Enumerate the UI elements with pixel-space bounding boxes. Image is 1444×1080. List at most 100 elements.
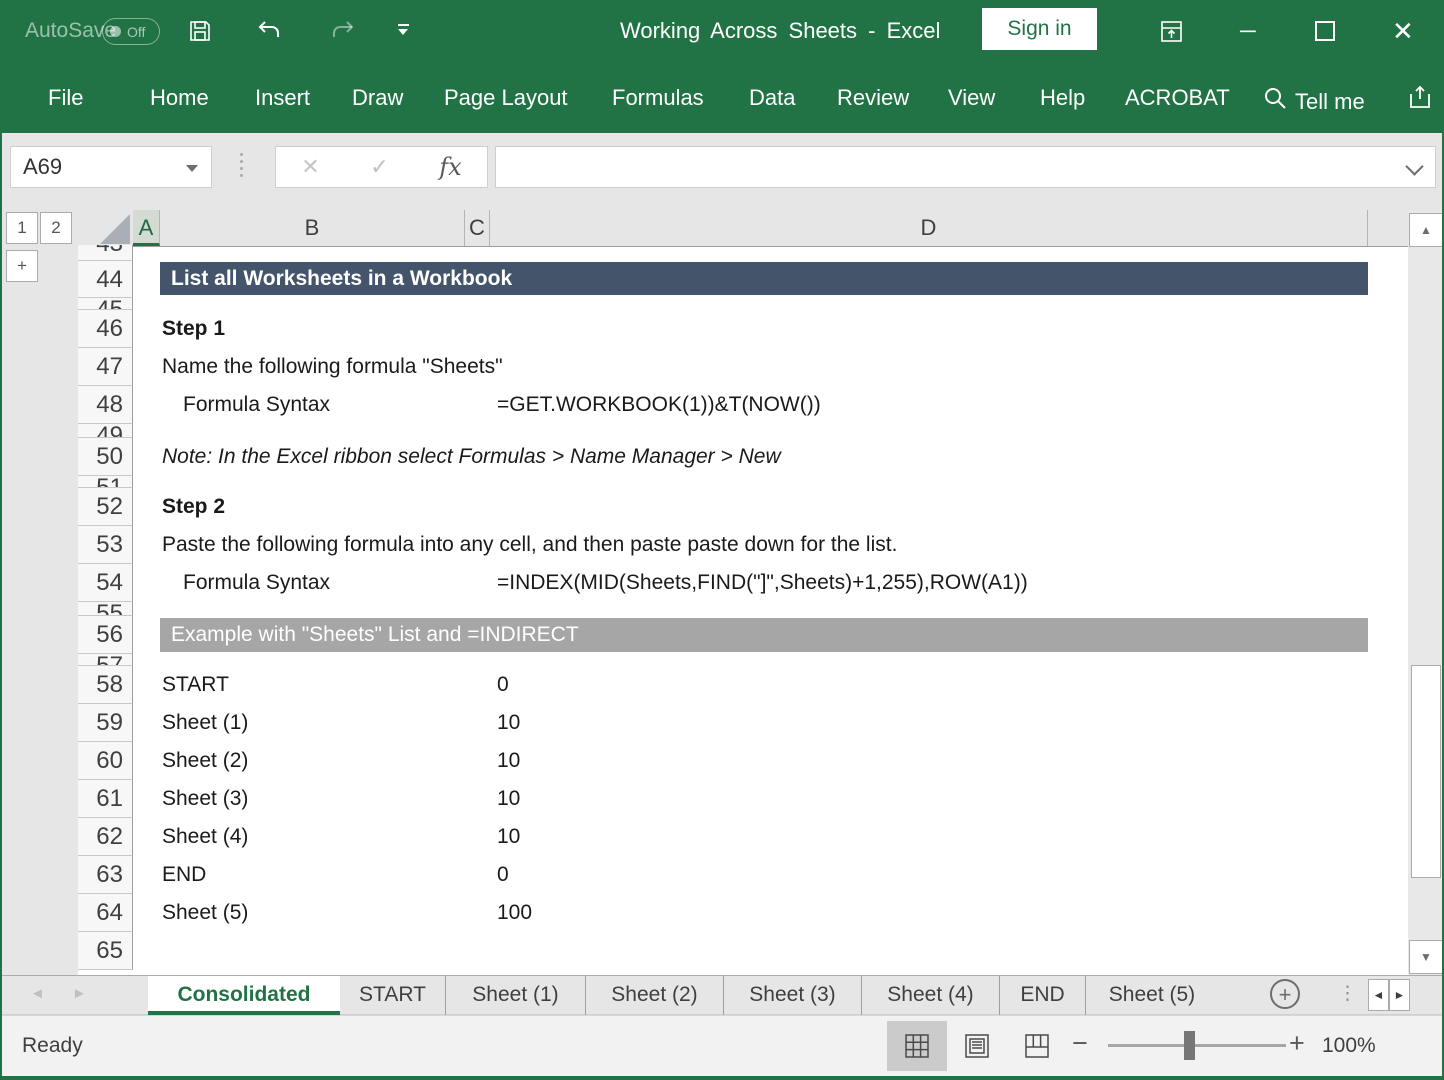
share-icon[interactable] xyxy=(1405,82,1435,112)
cell-b50-note[interactable]: Note: In the Excel ribbon select Formula… xyxy=(162,438,781,476)
row-header-64[interactable]: 64 xyxy=(78,894,133,932)
zoom-level[interactable]: 100% xyxy=(1322,1015,1376,1076)
tab-scroll-left-icon[interactable]: ◄ xyxy=(30,985,45,1002)
row-header-56[interactable]: 56 xyxy=(78,616,133,654)
new-sheet-icon[interactable]: + xyxy=(1270,979,1300,1009)
row-header-49[interactable]: 49 xyxy=(78,424,133,438)
search-icon[interactable] xyxy=(1262,85,1288,111)
customize-quick-access-icon[interactable] xyxy=(398,24,409,35)
cell-d48-formula[interactable]: =GET.WORKBOOK(1))&T(NOW()) xyxy=(497,386,821,424)
row-header-59[interactable]: 59 xyxy=(78,704,133,742)
row-header-45[interactable]: 45 xyxy=(78,298,133,310)
ribbon-tab-draw[interactable]: Draw xyxy=(352,83,403,113)
sheet-tab-start[interactable]: START xyxy=(340,976,446,1015)
cell-b63[interactable]: END xyxy=(162,856,206,894)
outline-level-1-button[interactable]: 1 xyxy=(6,212,38,244)
undo-icon[interactable] xyxy=(256,18,282,44)
save-icon[interactable] xyxy=(188,19,212,43)
column-header-d[interactable]: D xyxy=(490,210,1368,246)
vertical-scrollbar-thumb[interactable] xyxy=(1411,665,1441,878)
ribbon-tab-page-layout[interactable]: Page Layout xyxy=(444,83,568,113)
cell-b58[interactable]: START xyxy=(162,666,229,704)
maximize-button[interactable] xyxy=(1315,21,1335,41)
sheet-tab-sheet-5[interactable]: Sheet (5) xyxy=(1086,976,1218,1015)
zoom-slider-track[interactable] xyxy=(1108,1044,1286,1047)
zoom-out-icon[interactable]: − xyxy=(1072,1028,1088,1059)
cell-d58[interactable]: 0 xyxy=(497,666,509,704)
zoom-slider-thumb[interactable] xyxy=(1184,1031,1195,1060)
cell-b61[interactable]: Sheet (3) xyxy=(162,780,248,818)
cell-d59[interactable]: 10 xyxy=(497,704,520,742)
column-header-a[interactable]: A xyxy=(133,210,160,246)
row-header-58[interactable]: 58 xyxy=(78,666,133,704)
cell-b59[interactable]: Sheet (1) xyxy=(162,704,248,742)
column-header-b[interactable]: B xyxy=(160,210,465,246)
row-header-51[interactable]: 51 xyxy=(78,476,133,488)
row-header-47[interactable]: 47 xyxy=(78,348,133,386)
cell-d61[interactable]: 10 xyxy=(497,780,520,818)
sheet-tab-sheet-3[interactable]: Sheet (3) xyxy=(724,976,862,1015)
sheet-tab-end[interactable]: END xyxy=(1000,976,1086,1015)
cancel-entry-icon[interactable]: ✕ xyxy=(301,154,319,180)
row-header-43[interactable]: 43 xyxy=(78,245,133,261)
ribbon-tab-insert[interactable]: Insert xyxy=(255,83,310,113)
ribbon-display-options-icon[interactable] xyxy=(1159,19,1184,44)
row-header-55[interactable]: 55 xyxy=(78,602,133,616)
page-break-view-button[interactable] xyxy=(1007,1021,1067,1071)
tell-me-label[interactable]: Tell me xyxy=(1295,87,1365,117)
row-header-52[interactable]: 52 xyxy=(78,488,133,526)
ribbon-tab-acrobat[interactable]: ACROBAT xyxy=(1125,83,1230,113)
row-header-61[interactable]: 61 xyxy=(78,780,133,818)
cell-d63[interactable]: 0 xyxy=(497,856,509,894)
scroll-down-icon[interactable]: ▼ xyxy=(1409,940,1443,974)
ribbon-tab-view[interactable]: View xyxy=(948,83,995,113)
ribbon-tab-formulas[interactable]: Formulas xyxy=(612,83,704,113)
zoom-in-icon[interactable]: + xyxy=(1289,1028,1305,1059)
tab-scroll-right-icon[interactable]: ► xyxy=(72,985,87,1002)
row-header-57[interactable]: 57 xyxy=(78,654,133,666)
scroll-up-icon[interactable]: ▲ xyxy=(1409,213,1443,247)
confirm-entry-icon[interactable]: ✓ xyxy=(370,154,388,180)
name-box-dropdown-icon[interactable] xyxy=(186,165,198,172)
ribbon-tab-file[interactable]: File xyxy=(48,83,83,113)
cell-b48[interactable]: Formula Syntax xyxy=(183,386,330,424)
close-button[interactable]: ✕ xyxy=(1392,0,1414,62)
row-header-48[interactable]: 48 xyxy=(78,386,133,424)
select-all-icon[interactable] xyxy=(100,214,130,244)
page-layout-view-button[interactable] xyxy=(947,1021,1007,1071)
sheet-tab-consolidated[interactable]: Consolidated xyxy=(148,976,340,1015)
cell-b54[interactable]: Formula Syntax xyxy=(183,564,330,602)
cell-b52[interactable]: Step 2 xyxy=(162,488,225,526)
sign-in-button[interactable]: Sign in xyxy=(982,8,1097,50)
cell-b46[interactable]: Step 1 xyxy=(162,310,225,348)
autosave-toggle[interactable]: Off xyxy=(102,18,160,45)
ribbon-tab-home[interactable]: Home xyxy=(150,83,209,113)
row-header-60[interactable]: 60 xyxy=(78,742,133,780)
sheet-tab-sheet-4[interactable]: Sheet (4) xyxy=(862,976,1000,1015)
outline-level-2-button[interactable]: 2 xyxy=(40,212,72,244)
tab-more-icon[interactable]: ⋮ xyxy=(1338,982,1357,1005)
cell-b62[interactable]: Sheet (4) xyxy=(162,818,248,856)
formula-input[interactable] xyxy=(495,146,1436,188)
column-header-c[interactable]: C xyxy=(465,210,490,246)
cell-d60[interactable]: 10 xyxy=(497,742,520,780)
ribbon-tab-help[interactable]: Help xyxy=(1040,83,1085,113)
row-header-62[interactable]: 62 xyxy=(78,818,133,856)
cell-b53[interactable]: Paste the following formula into any cel… xyxy=(162,526,897,564)
sheet-tab-sheet-2[interactable]: Sheet (2) xyxy=(586,976,724,1015)
ribbon-tab-data[interactable]: Data xyxy=(749,83,795,113)
sheet-tab-sheet-1[interactable]: Sheet (1) xyxy=(446,976,586,1015)
cell-b47[interactable]: Name the following formula "Sheets" xyxy=(162,348,503,386)
name-box[interactable]: A69 xyxy=(10,146,212,188)
row-header-50[interactable]: 50 xyxy=(78,438,133,476)
hscroll-left-icon[interactable]: ◄ xyxy=(1368,979,1389,1011)
row-header-54[interactable]: 54 xyxy=(78,564,133,602)
row-header-65[interactable]: 65 xyxy=(78,932,133,970)
minimize-button[interactable]: ─ xyxy=(1240,0,1256,62)
hscroll-right-icon[interactable]: ► xyxy=(1389,979,1410,1011)
row-header-44[interactable]: 44 xyxy=(78,261,133,298)
cell-b60[interactable]: Sheet (2) xyxy=(162,742,248,780)
ribbon-tab-review[interactable]: Review xyxy=(837,83,909,113)
cell-d54-formula[interactable]: =INDEX(MID(Sheets,FIND("]",Sheets)+1,255… xyxy=(497,564,1028,602)
cell-d64[interactable]: 100 xyxy=(497,894,532,932)
